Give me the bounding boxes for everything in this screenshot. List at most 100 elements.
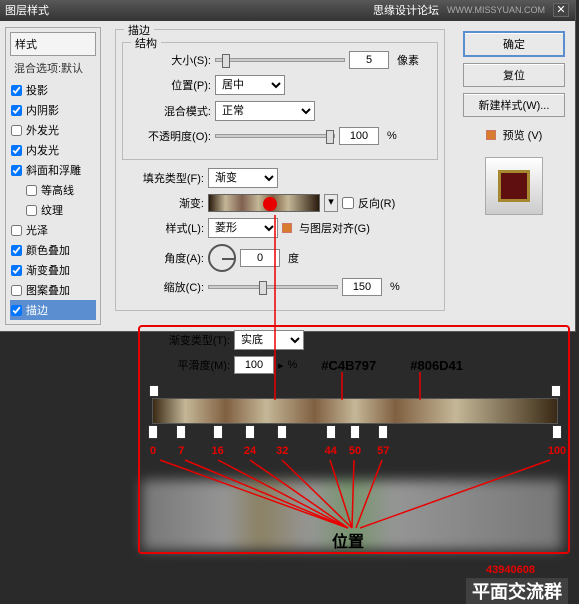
sidebar-item-斜面和浮雕[interactable]: 斜面和浮雕 [10,160,96,180]
window-title: 图层样式 [5,2,49,18]
style-label: 样式(L): [122,220,204,236]
style-checkbox[interactable] [11,85,22,96]
stop-value: 44 [325,445,337,457]
smooth-input[interactable] [234,356,274,374]
sidebar-item-等高线[interactable]: 等高线 [10,180,96,200]
style-checkbox[interactable] [11,145,22,156]
sidebar-item-label: 渐变叠加 [26,262,70,278]
gradtype-label: 渐变类型(T): [148,332,230,348]
size-label: 大小(S): [129,52,211,68]
angle-dial[interactable] [208,244,236,272]
align-label: 与图层对齐(G) [299,220,370,236]
stop-value: 100 [548,445,566,457]
style-checkbox[interactable] [11,265,22,276]
gradtype-select[interactable]: 实底 [234,330,304,350]
style-checkbox[interactable] [11,285,22,296]
color-stop[interactable] [326,425,336,439]
color-stop[interactable] [277,425,287,439]
stop-value: 50 [349,445,361,457]
watermark-url: WWW.MISSYUAN.COM [447,5,545,15]
size-input[interactable] [349,51,389,69]
title-bar: 图层样式 思缘设计论坛 WWW.MISSYUAN.COM ✕ [0,0,575,21]
opacity-unit: % [387,130,397,142]
gradient-dropdown-icon[interactable]: ▾ [324,194,338,212]
watermark-id: 43940608 [486,564,535,576]
scale-slider[interactable] [208,285,338,289]
color-anno-2: #806D41 [410,358,463,373]
style-checkbox[interactable] [11,225,22,236]
color-stop[interactable] [552,425,562,439]
color-stop[interactable] [378,425,388,439]
preview-thumbnail [485,157,543,215]
sidebar-item-label: 纹理 [41,202,63,218]
filltype-label: 填充类型(F): [122,170,204,186]
style-checkbox[interactable] [11,305,22,316]
scale-label: 缩放(C): [122,279,204,295]
color-stop[interactable] [213,425,223,439]
style-checkbox[interactable] [26,185,37,196]
preview-checkbox[interactable] [486,130,496,140]
size-slider[interactable] [215,58,345,62]
color-stop[interactable] [350,425,360,439]
gradient-bar[interactable]: 07162432445057100 [152,398,558,424]
smooth-dd-icon[interactable]: ▸ [278,359,284,372]
close-icon[interactable]: ✕ [553,3,569,17]
sidebar-item-label: 等高线 [41,182,74,198]
size-unit: 像素 [397,52,419,68]
sidebar-item-内发光[interactable]: 内发光 [10,140,96,160]
angle-input[interactable] [240,249,280,267]
new-style-button[interactable]: 新建样式(W)... [463,93,565,117]
style-checkbox[interactable] [11,245,22,256]
sidebar-item-描边[interactable]: 描边 [10,300,96,320]
reverse-checkbox[interactable] [342,197,354,209]
style-checkbox[interactable] [11,125,22,136]
color-stop[interactable] [176,425,186,439]
filltype-select[interactable]: 渐变 [208,168,278,188]
gradient-editor: 渐变类型(T): 实底 平滑度(M): ▸ % #C4B797 #806D41 … [148,330,562,430]
sidebar-item-内阴影[interactable]: 内阴影 [10,100,96,120]
gradient-swatch[interactable] [208,194,320,212]
style-checkbox[interactable] [26,205,37,216]
blend-options-row[interactable]: 混合选项:默认 [10,58,96,78]
blend-select[interactable]: 正常 [215,101,315,121]
opacity-input[interactable] [339,127,379,145]
stop-value: 16 [212,445,224,457]
sidebar-item-外发光[interactable]: 外发光 [10,120,96,140]
style-checkbox[interactable] [11,105,22,116]
scale-input[interactable] [342,278,382,296]
sidebar-header[interactable]: 样式 [10,32,96,56]
sidebar-item-渐变叠加[interactable]: 渐变叠加 [10,260,96,280]
structure-label: 结构 [131,35,161,51]
sidebar-item-图案叠加[interactable]: 图案叠加 [10,280,96,300]
smooth-label: 平滑度(M): [148,357,230,373]
align-checkbox[interactable] [282,223,292,233]
color-stop[interactable] [245,425,255,439]
sidebar-item-光泽[interactable]: 光泽 [10,220,96,240]
sidebar-item-投影[interactable]: 投影 [10,80,96,100]
color-anno-1: #C4B797 [321,358,376,373]
ok-button[interactable]: 确定 [463,31,565,57]
watermark-site: 思缘设计论坛 [373,2,439,18]
opacity-label: 不透明度(O): [129,128,211,144]
preview-label: 预览 (V) [503,127,543,143]
style-checkbox[interactable] [11,165,22,176]
stop-value: 32 [276,445,288,457]
sidebar-item-纹理[interactable]: 纹理 [10,200,96,220]
opacity-stop[interactable] [551,385,561,397]
styles-sidebar: 样式 混合选项:默认 投影内阴影外发光内发光斜面和浮雕等高线纹理光泽颜色叠加渐变… [5,27,101,325]
stop-value: 57 [377,445,389,457]
cancel-button[interactable]: 复位 [463,63,565,87]
opacity-stop[interactable] [149,385,159,397]
sidebar-item-label: 外发光 [26,122,59,138]
position-anno: 位置 [332,528,364,552]
stop-value: 24 [244,445,256,457]
color-stop[interactable] [148,425,158,439]
sidebar-item-label: 图案叠加 [26,282,70,298]
sidebar-item-颜色叠加[interactable]: 颜色叠加 [10,240,96,260]
position-select[interactable]: 居中 [215,75,285,95]
style-select[interactable]: 菱形 [208,218,278,238]
stop-value: 7 [178,445,184,457]
sidebar-item-label: 描边 [26,302,48,318]
reverse-label: 反向(R) [358,195,395,211]
opacity-slider[interactable] [215,134,335,138]
